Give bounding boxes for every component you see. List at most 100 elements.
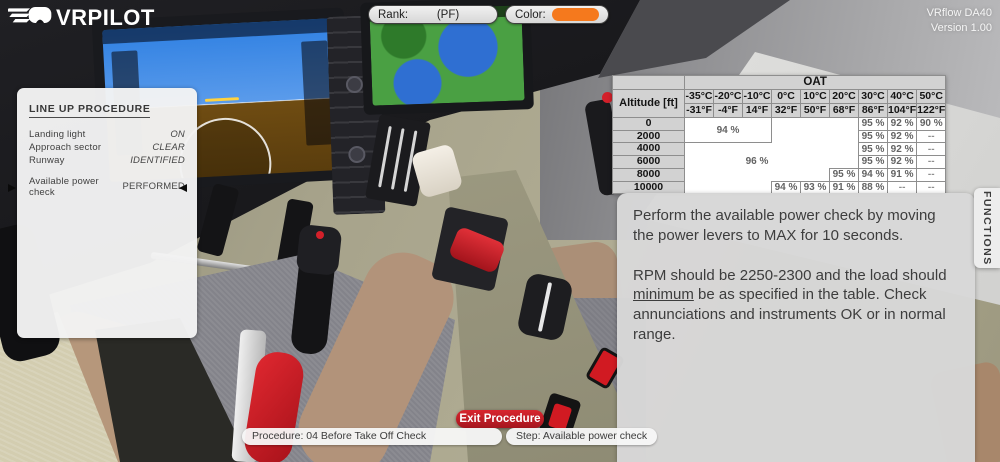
oat-col-f: 104°F [886, 102, 918, 118]
functions-tab-label: FUNCTIONS [981, 190, 993, 266]
instruction-panel: Perform the available power check by mov… [617, 193, 975, 462]
oat-col-f: 32°F [771, 102, 801, 118]
power-cell: 95 % [829, 167, 859, 182]
power-cell: 95 % [858, 155, 888, 169]
color-pill[interactable]: Color: [505, 5, 609, 24]
instruction-text: RPM should be 2250-2300 and the load sho… [633, 266, 947, 284]
power-cell-merged: 96 % [684, 142, 830, 182]
checklist-item-label: Approach sector [29, 141, 102, 153]
power-cell: -- [916, 167, 947, 182]
altitude-cell: 0 [612, 116, 685, 131]
avionics-knob [348, 145, 366, 164]
oat-col-c: 20°C [829, 88, 859, 104]
power-cell: -- [886, 180, 918, 195]
attitude-marker [204, 97, 240, 103]
power-cell: 91 % [829, 180, 859, 195]
oat-col-f: 122°F [916, 102, 947, 118]
avionics-knob [345, 75, 364, 94]
app-name: VRflow DA40 [926, 7, 992, 19]
checklist-item-value: ON [170, 129, 185, 140]
power-cell: 94 % [771, 180, 801, 195]
checklist-panel: LINE UP PROCEDURE Landing light ON Appro… [8, 88, 197, 338]
power-cell: 95 % [858, 129, 888, 144]
checklist-item-label: Available power check [29, 175, 99, 198]
power-cell: 91 % [886, 167, 918, 182]
trim-stripe [537, 282, 553, 332]
checklist-item: Landing light ON [29, 129, 185, 141]
checklist-item-value: IDENTIFIED [130, 154, 185, 166]
oat-col-c: -20°C [713, 88, 743, 104]
rank-pill[interactable]: Rank: (PF) [368, 5, 498, 24]
checklist-item: Approach sector CLEAR [29, 141, 185, 154]
oat-col-f: 14°F [742, 102, 772, 118]
oat-col-c: 0°C [771, 88, 801, 104]
step-status-label: Step: Available power check [516, 430, 648, 442]
altitude-header: Altitude [ft] [612, 88, 685, 118]
power-cell: 92 % [886, 142, 918, 157]
checklist-title: LINE UP PROCEDURE [29, 103, 151, 118]
table-row: 0 94 % 95 % 92 % 90 % [612, 116, 947, 144]
checklist-item-value: CLEAR [152, 141, 185, 153]
power-cell: 95 % [858, 116, 888, 131]
power-cell: 94 % [858, 167, 888, 182]
power-cell-blank [829, 155, 859, 169]
power-cell: 95 % [858, 142, 888, 157]
power-cell: -- [916, 180, 947, 195]
altitude-cell: 8000 [612, 167, 685, 182]
altitude-cell: 4000 [612, 142, 685, 157]
oat-col-f: 68°F [829, 102, 859, 118]
exit-procedure-label: Exit Procedure [459, 413, 541, 425]
rank-value: (PF) [436, 8, 460, 21]
power-cell: 90 % [916, 116, 947, 131]
oat-col-f: -4°F [713, 102, 743, 118]
power-cell: 93 % [800, 180, 830, 195]
vrpilot-logo-icon [6, 2, 52, 33]
vrpilot-logo: VRPILOT [6, 2, 155, 33]
throttle-lever [390, 128, 405, 190]
power-cell-blank [829, 142, 859, 156]
checklist-item-label: Landing light [29, 129, 86, 140]
current-step-arrow-left-icon [8, 183, 16, 192]
app-version-block: VRflow DA40 Version 1.00 [927, 6, 992, 36]
oat-col-c: 50°C [916, 88, 947, 104]
altitude-cell: 2000 [612, 129, 685, 144]
table-corner-cell [612, 75, 685, 90]
instruction-paragraph-1: Perform the available power check by mov… [633, 207, 936, 244]
oat-col-c: 10°C [800, 88, 830, 104]
available-power-table: OAT Altitude [ft] -35°C -20°C -10°C 0°C … [612, 75, 947, 195]
vrpilot-logo-text: VRPILOT [56, 4, 155, 30]
power-cell: -- [916, 129, 947, 144]
procedure-status-bar: Procedure: 04 Before Take Off Check [242, 428, 502, 445]
power-cell: 92 % [886, 155, 918, 169]
exit-procedure-button[interactable]: Exit Procedure [456, 410, 544, 428]
power-cell: -- [916, 155, 947, 169]
checklist-item: Runway IDENTIFIED [29, 154, 185, 167]
power-cell-merged: 94 % [684, 116, 772, 144]
oat-header: OAT [683, 75, 947, 90]
oat-col-f: -31°F [684, 102, 714, 118]
oat-col-c: 30°C [858, 88, 888, 104]
instruction-text-underlined: minimum [633, 286, 694, 304]
color-label: Color: [515, 8, 546, 21]
checklist-item-current: Available power check PERFORMED [8, 175, 187, 199]
player-color-swatch [551, 8, 599, 21]
app-version: Version 1.00 [930, 21, 992, 34]
oat-col-c: -35°C [684, 88, 714, 104]
checklist-item-label: Runway [29, 154, 65, 166]
power-cell-blank [771, 116, 859, 143]
instruction-paragraph-2: RPM should be 2250-2300 and the load sho… [633, 266, 959, 345]
oat-col-c: 40°C [886, 88, 918, 104]
table-row: 4000 96 % 95 % 92 % -- [612, 142, 947, 182]
current-step-arrow-right-icon [179, 183, 187, 192]
checklist-item-value: PERFORMED [122, 181, 185, 193]
power-cell: -- [916, 142, 947, 157]
stick-trim-button [316, 231, 324, 239]
table-row: 10000 94 % 93 % 91 % 88 % -- -- [612, 180, 947, 195]
altitude-cell: 6000 [612, 155, 685, 169]
altitude-cell: 10000 [612, 180, 685, 195]
throttle-lever [378, 125, 392, 188]
oat-col-f: 50°F [800, 102, 830, 118]
oat-col-c: -10°C [742, 88, 772, 104]
procedure-status-label: Procedure: 04 Before Take Off Check [252, 430, 427, 442]
functions-tab[interactable]: FUNCTIONS [974, 188, 1000, 268]
